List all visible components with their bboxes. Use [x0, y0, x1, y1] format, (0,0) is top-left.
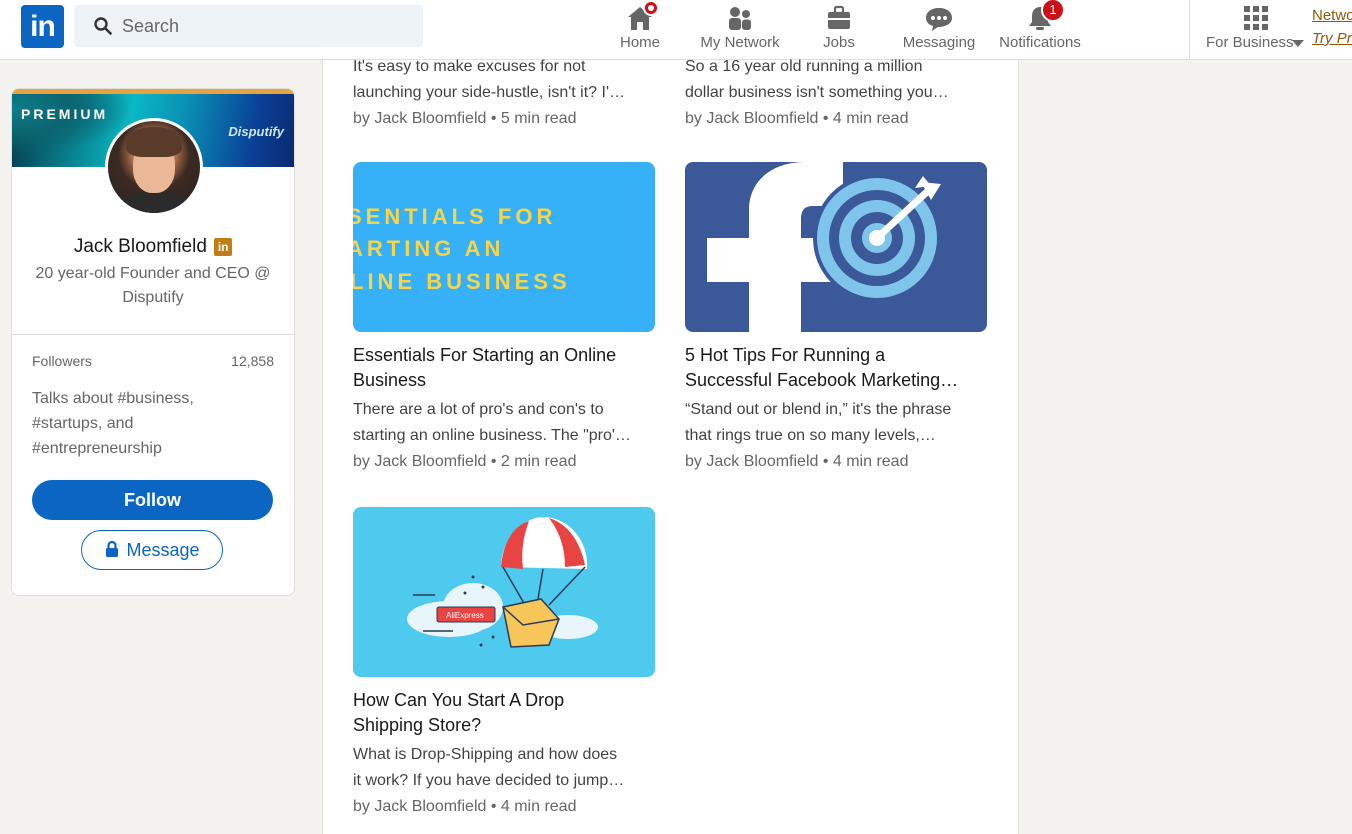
notifications-count-badge: 1 [1041, 0, 1065, 22]
thumbnail-text: SENTIALS FOR [353, 204, 557, 229]
thumbnail-text: LINE BUSINESS [353, 269, 571, 294]
article-meta: by Jack Bloomfield • 4 min read [353, 798, 577, 815]
article-title: 5 Hot Tips For Running a Successful Face… [685, 345, 959, 390]
article-meta: by Jack Bloomfield • 4 min read [685, 453, 909, 470]
nav-home[interactable]: Home [600, 0, 680, 59]
nav-for-business[interactable]: For Business [1198, 0, 1308, 59]
search-input[interactable] [122, 5, 412, 47]
article-snippet: “Stand out or blend in,” it's the phrase… [685, 401, 952, 444]
briefcase-icon [828, 5, 850, 29]
search-icon [94, 17, 112, 35]
search-box[interactable] [74, 5, 423, 47]
profile-card: PREMIUM Disputify Jack Bloomfield in 20 … [11, 88, 295, 596]
home-activity-dot [643, 0, 659, 16]
article-card[interactable]: AliExpress How Can You Start A Drop Ship… [353, 507, 655, 816]
premium-promo-link[interactable]: Netwo [1312, 7, 1352, 24]
follow-button[interactable]: Follow [32, 480, 273, 520]
message-button[interactable]: Message [81, 530, 223, 570]
premium-in-icon: in [214, 238, 233, 256]
article-thumbnail: SENTIALS FOR ARTING AN LINE BUSINESS [353, 162, 655, 332]
facebook-target-icon [707, 162, 941, 332]
message-button-label: Message [126, 539, 200, 560]
apps-grid-icon [1244, 6, 1268, 30]
article-snippet: What is Drop-Shipping and how does it wo… [353, 746, 625, 789]
article-snippet: It's easy to make excuses for not launch… [353, 58, 626, 101]
caret-down-icon [1292, 40, 1304, 47]
banner-brand-logo: Disputify [228, 124, 284, 139]
profile-name-text: Jack Bloomfield [73, 236, 207, 257]
article-card[interactable]: 5 Hot Tips For Running a Successful Face… [685, 162, 987, 471]
article-title: Essentials For Starting an Online Busine… [353, 345, 617, 390]
nav-separator [1189, 0, 1190, 59]
try-premium-link[interactable]: Try Pre [1312, 30, 1352, 47]
for-business-label: For Business [1206, 34, 1294, 51]
article-meta: by Jack Bloomfield • 2 min read [353, 453, 577, 470]
article-snippet: So a 16 year old running a million dolla… [685, 58, 949, 101]
article-thumbnail: AliExpress [353, 507, 655, 677]
aliexpress-tag-text: AliExpress [446, 611, 484, 620]
article-card[interactable]: It's easy to make excuses for not launch… [353, 54, 655, 128]
messaging-icon [926, 8, 952, 31]
lock-icon [106, 540, 119, 557]
nav-messaging[interactable]: Messaging [900, 0, 978, 59]
nav-my-network-label: My Network [700, 34, 780, 51]
article-title: How Can You Start A Drop Shipping Store? [353, 690, 565, 735]
article-snippet: There are a lot of pro's and con's to st… [353, 401, 631, 444]
avatar[interactable] [105, 118, 203, 216]
my-network-icon [729, 7, 751, 30]
linkedin-logo-icon[interactable]: in [21, 5, 64, 48]
parachute-box-icon: AliExpress [407, 517, 598, 648]
nav-jobs[interactable]: Jobs [805, 0, 873, 59]
top-nav: in Home My Network Jobs [0, 0, 1352, 60]
article-thumbnail [685, 162, 987, 332]
premium-label: PREMIUM [21, 106, 109, 122]
nav-my-network[interactable]: My Network [695, 0, 785, 59]
talks-about: Talks about #business, #startups, and #e… [32, 390, 194, 457]
article-card[interactable]: So a 16 year old running a million dolla… [685, 54, 987, 128]
nav-home-label: Home [619, 34, 660, 51]
nav-notifications-label: Notifications [999, 34, 1081, 51]
nav-jobs-label: Jobs [823, 34, 855, 51]
article-meta: by Jack Bloomfield • 5 min read [353, 110, 577, 127]
card-divider [12, 334, 294, 335]
profile-headline: 20 year-old Founder and CEO @ Disputify [35, 265, 271, 306]
article-card[interactable]: SENTIALS FOR ARTING AN LINE BUSINESS Ess… [353, 162, 655, 471]
followers-label: Followers [32, 353, 92, 369]
nav-messaging-label: Messaging [902, 34, 976, 51]
profile-name[interactable]: Jack Bloomfield in [12, 236, 294, 258]
followers-count: 12,858 [231, 353, 274, 369]
articles-list: It's easy to make excuses for not launch… [322, 58, 1019, 834]
nav-notifications[interactable]: 1 Notifications [995, 0, 1085, 59]
thumbnail-text: ARTING AN [353, 236, 505, 261]
article-meta: by Jack Bloomfield • 4 min read [685, 110, 909, 127]
